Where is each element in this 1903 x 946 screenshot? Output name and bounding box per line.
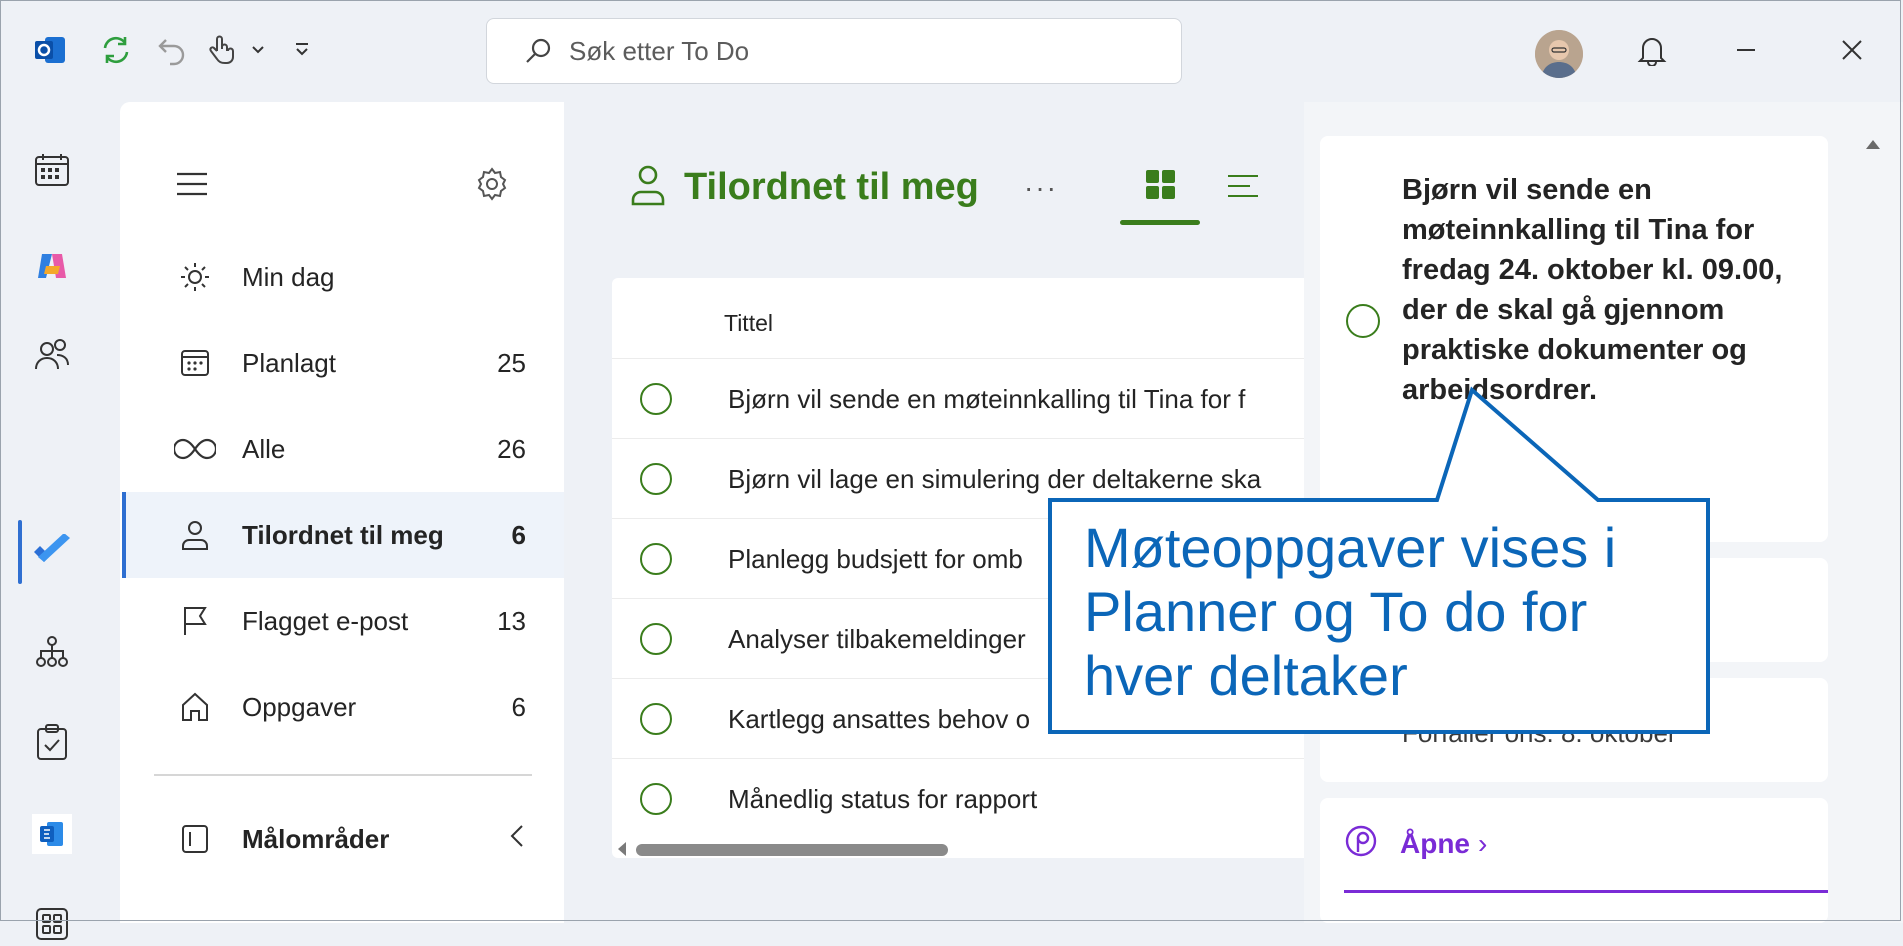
settings-gear-icon[interactable]	[470, 162, 514, 206]
app-rail	[0, 100, 104, 940]
table-row[interactable]: Bjørn vil sende en møteinnkalling til Ti…	[612, 358, 1304, 439]
hamburger-menu-icon[interactable]	[170, 162, 214, 206]
nav-item-oppgaver[interactable]: Oppgaver 6	[122, 664, 564, 750]
search-icon	[523, 36, 553, 66]
task-title: Kartlegg ansattes behov o	[728, 703, 1031, 734]
complete-checkbox[interactable]	[1346, 304, 1380, 338]
nav-item-label: Planlagt	[242, 347, 336, 378]
undo-icon[interactable]	[154, 32, 190, 68]
nav-item-count: 13	[497, 605, 526, 636]
nav-item-alle[interactable]: Alle 26	[122, 406, 564, 492]
complete-checkbox[interactable]	[640, 383, 672, 415]
complete-checkbox[interactable]	[640, 703, 672, 735]
title-bar: Søk etter To Do	[0, 0, 1903, 100]
list-lines-icon	[1228, 175, 1258, 197]
todo-nav-panel: Min dag Planlagt 25 Alle 26 Tilordnet ti…	[120, 102, 564, 923]
open-underline	[1344, 890, 1828, 893]
collapse-chevron-icon[interactable]	[508, 823, 526, 856]
task-title: Analyser tilbakemeldinger	[728, 623, 1026, 654]
chevron-down-icon[interactable]	[240, 32, 276, 68]
minimize-icon[interactable]	[1728, 32, 1764, 68]
planner-icon	[1344, 824, 1378, 863]
nav-section-malomrader[interactable]: Målområder	[122, 796, 564, 882]
scroll-left-arrow-icon[interactable]	[618, 842, 626, 856]
sun-icon	[172, 261, 218, 293]
nav-item-count: 6	[511, 519, 526, 550]
nav-item-label: Min dag	[242, 261, 335, 292]
nav-item-planlagt[interactable]: Planlagt 25	[122, 320, 564, 406]
open-in-planner-card: Åpne ›	[1320, 798, 1828, 923]
nav-divider	[154, 774, 532, 776]
touch-mode-icon[interactable]	[204, 32, 240, 68]
open-button[interactable]: Åpne ›	[1344, 824, 1487, 863]
close-icon[interactable]	[1834, 32, 1870, 68]
scroll-up-arrow-icon[interactable]	[1866, 140, 1880, 149]
nav-item-label: Alle	[242, 433, 286, 464]
copilot-icon[interactable]	[30, 244, 74, 288]
list-view-button[interactable]	[1224, 164, 1264, 219]
nav-item-label: Oppgaver	[242, 691, 357, 722]
complete-checkbox[interactable]	[640, 783, 672, 815]
complete-checkbox[interactable]	[640, 543, 672, 575]
nav-item-label: Tilordnet til meg	[242, 519, 444, 550]
search-box[interactable]: Søk etter To Do	[486, 18, 1182, 84]
horizontal-scrollbar[interactable]	[636, 844, 948, 856]
nav-item-count: 25	[497, 347, 526, 378]
outlook-logo-icon	[32, 32, 68, 68]
complete-checkbox[interactable]	[640, 623, 672, 655]
callout-text: Møteoppgaver vises i Planner og To do fo…	[1084, 516, 1617, 707]
task-title: Bjørn vil sende en møteinnkalling til Ti…	[728, 383, 1246, 414]
infinity-icon	[172, 438, 218, 460]
list-header: Tilordnet til meg	[630, 164, 979, 211]
grid-icon	[1146, 170, 1175, 199]
person-icon	[172, 519, 218, 551]
nav-item-label: Flagget e-post	[242, 605, 409, 636]
task-list-area: Tilordnet til meg ··· Tittel Bjørn vil s…	[564, 102, 1304, 923]
nav-item-min-dag[interactable]: Min dag	[122, 234, 564, 320]
person-icon	[630, 164, 666, 211]
bell-icon[interactable]	[1634, 32, 1670, 68]
table-row[interactable]: Månedlig status for rapport	[612, 758, 1304, 839]
more-apps-icon[interactable]	[30, 902, 74, 946]
exchange-app-icon[interactable]	[30, 812, 74, 856]
clipboard-check-icon[interactable]	[30, 720, 74, 764]
task-title: Bjørn vil lage en simulering der deltake…	[728, 463, 1262, 494]
nav-item-tilordnet-til-meg[interactable]: Tilordnet til meg 6	[122, 492, 564, 578]
flag-icon	[172, 605, 218, 637]
nav-section-label: Målområder	[242, 823, 390, 854]
nav-item-count: 26	[497, 433, 526, 464]
table-row[interactable]: Bjørn vil lage en simulering der deltake…	[612, 438, 1304, 519]
due-date-label[interactable]: Forfaller ons. 8. oktober	[1402, 718, 1677, 749]
home-icon	[172, 691, 218, 723]
people-icon[interactable]	[30, 332, 74, 376]
customize-toolbar-icon[interactable]	[284, 32, 320, 68]
task-detail-card: Bjørn vil sende en møteinnkalling til Ti…	[1320, 136, 1828, 542]
complete-checkbox[interactable]	[640, 463, 672, 495]
nav-item-flagget-e-post[interactable]: Flagget e-post 13	[122, 578, 564, 664]
task-title: Månedlig status for rapport	[728, 783, 1038, 814]
search-placeholder: Søk etter To Do	[569, 35, 750, 66]
task-details-pane: Bjørn vil sende en møteinnkalling til Ti…	[1304, 102, 1903, 923]
column-header-tittel[interactable]: Tittel	[724, 310, 773, 337]
grid-view-underline	[1120, 220, 1200, 225]
calendar-grid-icon	[172, 348, 218, 378]
calendar-icon[interactable]	[30, 148, 74, 192]
list-title: Tilordnet til meg	[684, 166, 979, 208]
rail-active-indicator	[18, 520, 22, 584]
open-label: Åpne	[1400, 827, 1470, 859]
chevron-right-icon: ›	[1478, 827, 1488, 859]
more-options-button[interactable]: ···	[1024, 172, 1058, 204]
task-detail-title[interactable]: Bjørn vil sende en møteinnkalling til Ti…	[1402, 170, 1822, 410]
avatar[interactable]	[1535, 30, 1583, 78]
panel-icon	[172, 824, 218, 854]
task-title: Planlegg budsjett for omb	[728, 543, 1023, 574]
org-chart-icon[interactable]	[30, 630, 74, 674]
sync-icon[interactable]	[98, 32, 134, 68]
grid-view-button[interactable]	[1120, 164, 1200, 225]
todo-icon[interactable]	[30, 530, 74, 574]
nav-item-count: 6	[511, 691, 526, 722]
